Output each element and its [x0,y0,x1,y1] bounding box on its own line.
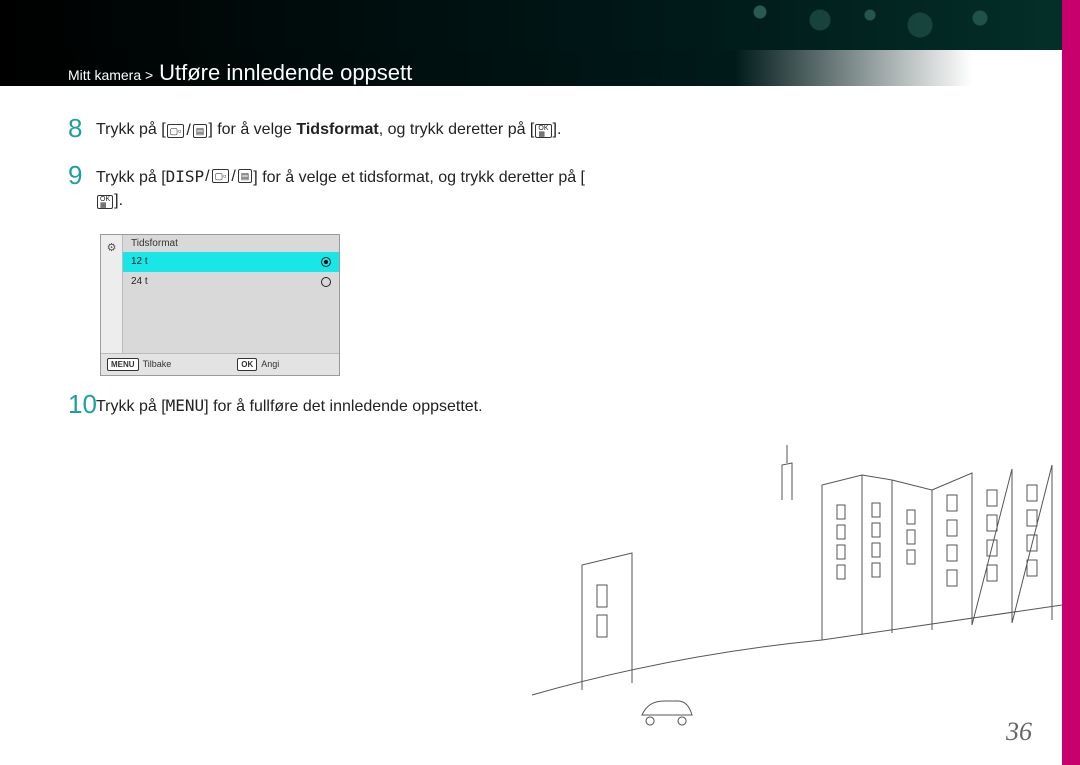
menu-button-icon: MENU [107,358,139,371]
step-number: 8 [68,115,96,141]
page-number: 36 [1006,717,1032,747]
af-icon: ▢▫ [167,124,185,138]
header-accent [0,0,1080,50]
burst-icon: ▤ [238,169,253,183]
city-illustration [522,425,1062,765]
option-label: 24 t [131,276,148,287]
option-24t[interactable]: 24 t [123,272,339,292]
step-number: 9 [68,162,96,188]
screen-sidebar-gear-icon [101,235,123,353]
ok-key-icon: OK▦ [535,124,551,138]
screen-main: Tidsformat 12 t 24 t [123,235,339,353]
step-9: 9 Trykk på [DISP/▢▫/▤] for å velge et ti… [68,165,588,212]
option-12t[interactable]: 12 t [123,252,339,272]
ok-key-icon: OK▦ [97,195,113,209]
step-number: 10 [68,391,96,417]
menu-key: MENU [166,396,205,415]
breadcrumb-sep: > [145,67,153,83]
breadcrumb-section: Mitt kamera [68,67,141,83]
step-10: 10 Trykk på [MENU] for å fullføre det in… [68,394,588,418]
bold-tidsformat: Tidsformat [296,121,378,138]
af-icon: ▢▫ [212,169,230,183]
ok-button-icon: OK [237,358,257,371]
screen-footer: MENU Tilbake OK Angi [101,353,339,375]
option-label: 12 t [131,256,148,267]
step-8: 8 Trykk på [▢▫/▤] for å velge Tidsformat… [68,118,588,143]
key-af-burst: ▢▫/▤ [166,119,209,142]
key-disp-af-burst: DISP/▢▫/▤ [166,165,254,188]
ok-label: Angi [261,359,279,369]
breadcrumb: Mitt kamera > Utføre innledende oppsett [68,60,412,86]
step-text: Trykk på [MENU] for å fullføre det innle… [96,394,483,418]
step-text: Trykk på [DISP/▢▫/▤] for å velge et tids… [96,165,588,212]
disp-key: DISP [166,165,205,188]
back-label: Tilbake [143,359,172,369]
side-tab [1062,0,1080,765]
step-text: Trykk på [▢▫/▤] for å velge Tidsformat, … [96,118,561,143]
screen-title: Tidsformat [123,235,339,252]
page-title: Utføre innledende oppsett [159,60,412,85]
camera-screen: Tidsformat 12 t 24 t MENU Tilbake OK Ang… [100,234,340,376]
radio-unselected-icon [321,277,331,287]
burst-icon: ▤ [193,124,208,138]
radio-selected-icon [321,257,331,267]
content: 8 Trykk på [▢▫/▤] for å velge Tidsformat… [68,118,588,440]
